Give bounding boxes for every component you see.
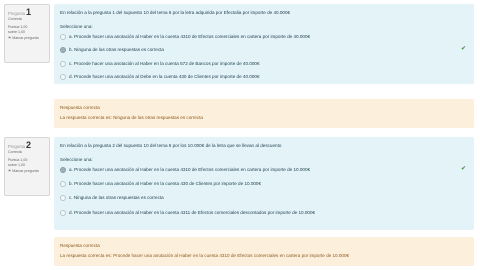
answer-option-label[interactable]: c. Ninguna de las otras respuestas es co… xyxy=(69,195,164,200)
check-icon: ✔ xyxy=(460,46,466,52)
feedback-text: La respuesta correcta es: Ninguna de las… xyxy=(60,115,203,120)
answer-option-label[interactable]: a. Procede hacer una anotación al Haber … xyxy=(69,34,310,39)
answer-option-label[interactable]: d. Procede hacer una anotación al Haber … xyxy=(69,210,315,215)
question-grade-max: sobre 1,00 xyxy=(8,30,25,34)
question-number: Pregunta1 xyxy=(8,7,31,17)
question-state: Correcta xyxy=(8,17,22,21)
question-grade: Puntúa 1,00 xyxy=(8,25,28,29)
answer-option-label[interactable]: a. Procede hacer una anotación al Haber … xyxy=(69,167,310,172)
answer-prompt: Seleccione una: xyxy=(60,157,93,162)
radio-button[interactable] xyxy=(60,34,66,40)
feedback-title: Respuesta correcta xyxy=(60,243,100,248)
flag-question-link[interactable]: ⚑Marcar pregunta xyxy=(8,36,39,41)
flag-label[interactable]: Marcar pregunta xyxy=(12,36,38,40)
question-formulation: En relación a la pregunta 1 del supuesto… xyxy=(54,4,474,84)
check-icon: ✔ xyxy=(460,166,466,172)
flag-icon[interactable]: ⚑ xyxy=(8,36,11,40)
answer-option-label[interactable]: c. Procede hacer una anotación al Haber … xyxy=(69,61,260,66)
answer-option-label[interactable]: d. Procede hacer una anotación al Debe e… xyxy=(69,74,260,79)
question-formulation: En relación a la pregunta 2 del supuesto… xyxy=(54,137,474,230)
question-text: En relación a la pregunta 1 del supuesto… xyxy=(60,10,291,15)
radio-button[interactable] xyxy=(60,61,66,67)
radio-button[interactable] xyxy=(60,74,66,80)
question-label: Pregunta xyxy=(8,11,25,16)
radio-button[interactable] xyxy=(60,210,66,216)
question-grade-max: sobre 1,00 xyxy=(8,163,25,167)
question-grade: Puntúa 1,00 xyxy=(8,158,28,162)
question-number-value: 1 xyxy=(26,7,32,17)
radio-button[interactable] xyxy=(60,181,66,187)
feedback-box: Respuesta correcta La respuesta correcta… xyxy=(54,99,474,128)
feedback-text: La respuesta correcta es: Procede hacer … xyxy=(60,253,350,258)
question-text: En relación a la pregunta 2 del supuesto… xyxy=(60,143,282,148)
feedback-box: Respuesta correcta La respuesta correcta… xyxy=(54,237,474,266)
question-info: Pregunta2 Correcta Puntúa 1,00 sobre 1,0… xyxy=(4,137,50,196)
question-number-value: 2 xyxy=(26,140,32,150)
question-info: Pregunta1 Correcta Puntúa 1,00 sobre 1,0… xyxy=(4,4,50,63)
question-number: Pregunta2 xyxy=(8,140,31,150)
radio-button-selected[interactable] xyxy=(60,47,66,53)
flag-label[interactable]: Marcar pregunta xyxy=(12,169,38,173)
flag-question-link[interactable]: ⚑Marcar pregunta xyxy=(8,169,39,174)
radio-button-selected[interactable] xyxy=(60,167,66,173)
feedback-title: Respuesta correcta xyxy=(60,105,100,110)
question-label: Pregunta xyxy=(8,144,25,149)
answer-option-label[interactable]: b. Ninguna de las otras respuestas es co… xyxy=(69,47,164,52)
radio-button[interactable] xyxy=(60,195,66,201)
answer-option-label[interactable]: b. Procede hacer una anotación al Haber … xyxy=(69,181,261,186)
flag-icon[interactable]: ⚑ xyxy=(8,169,11,173)
answer-prompt: Seleccione una: xyxy=(60,24,93,29)
question-state: Correcta xyxy=(8,150,22,154)
